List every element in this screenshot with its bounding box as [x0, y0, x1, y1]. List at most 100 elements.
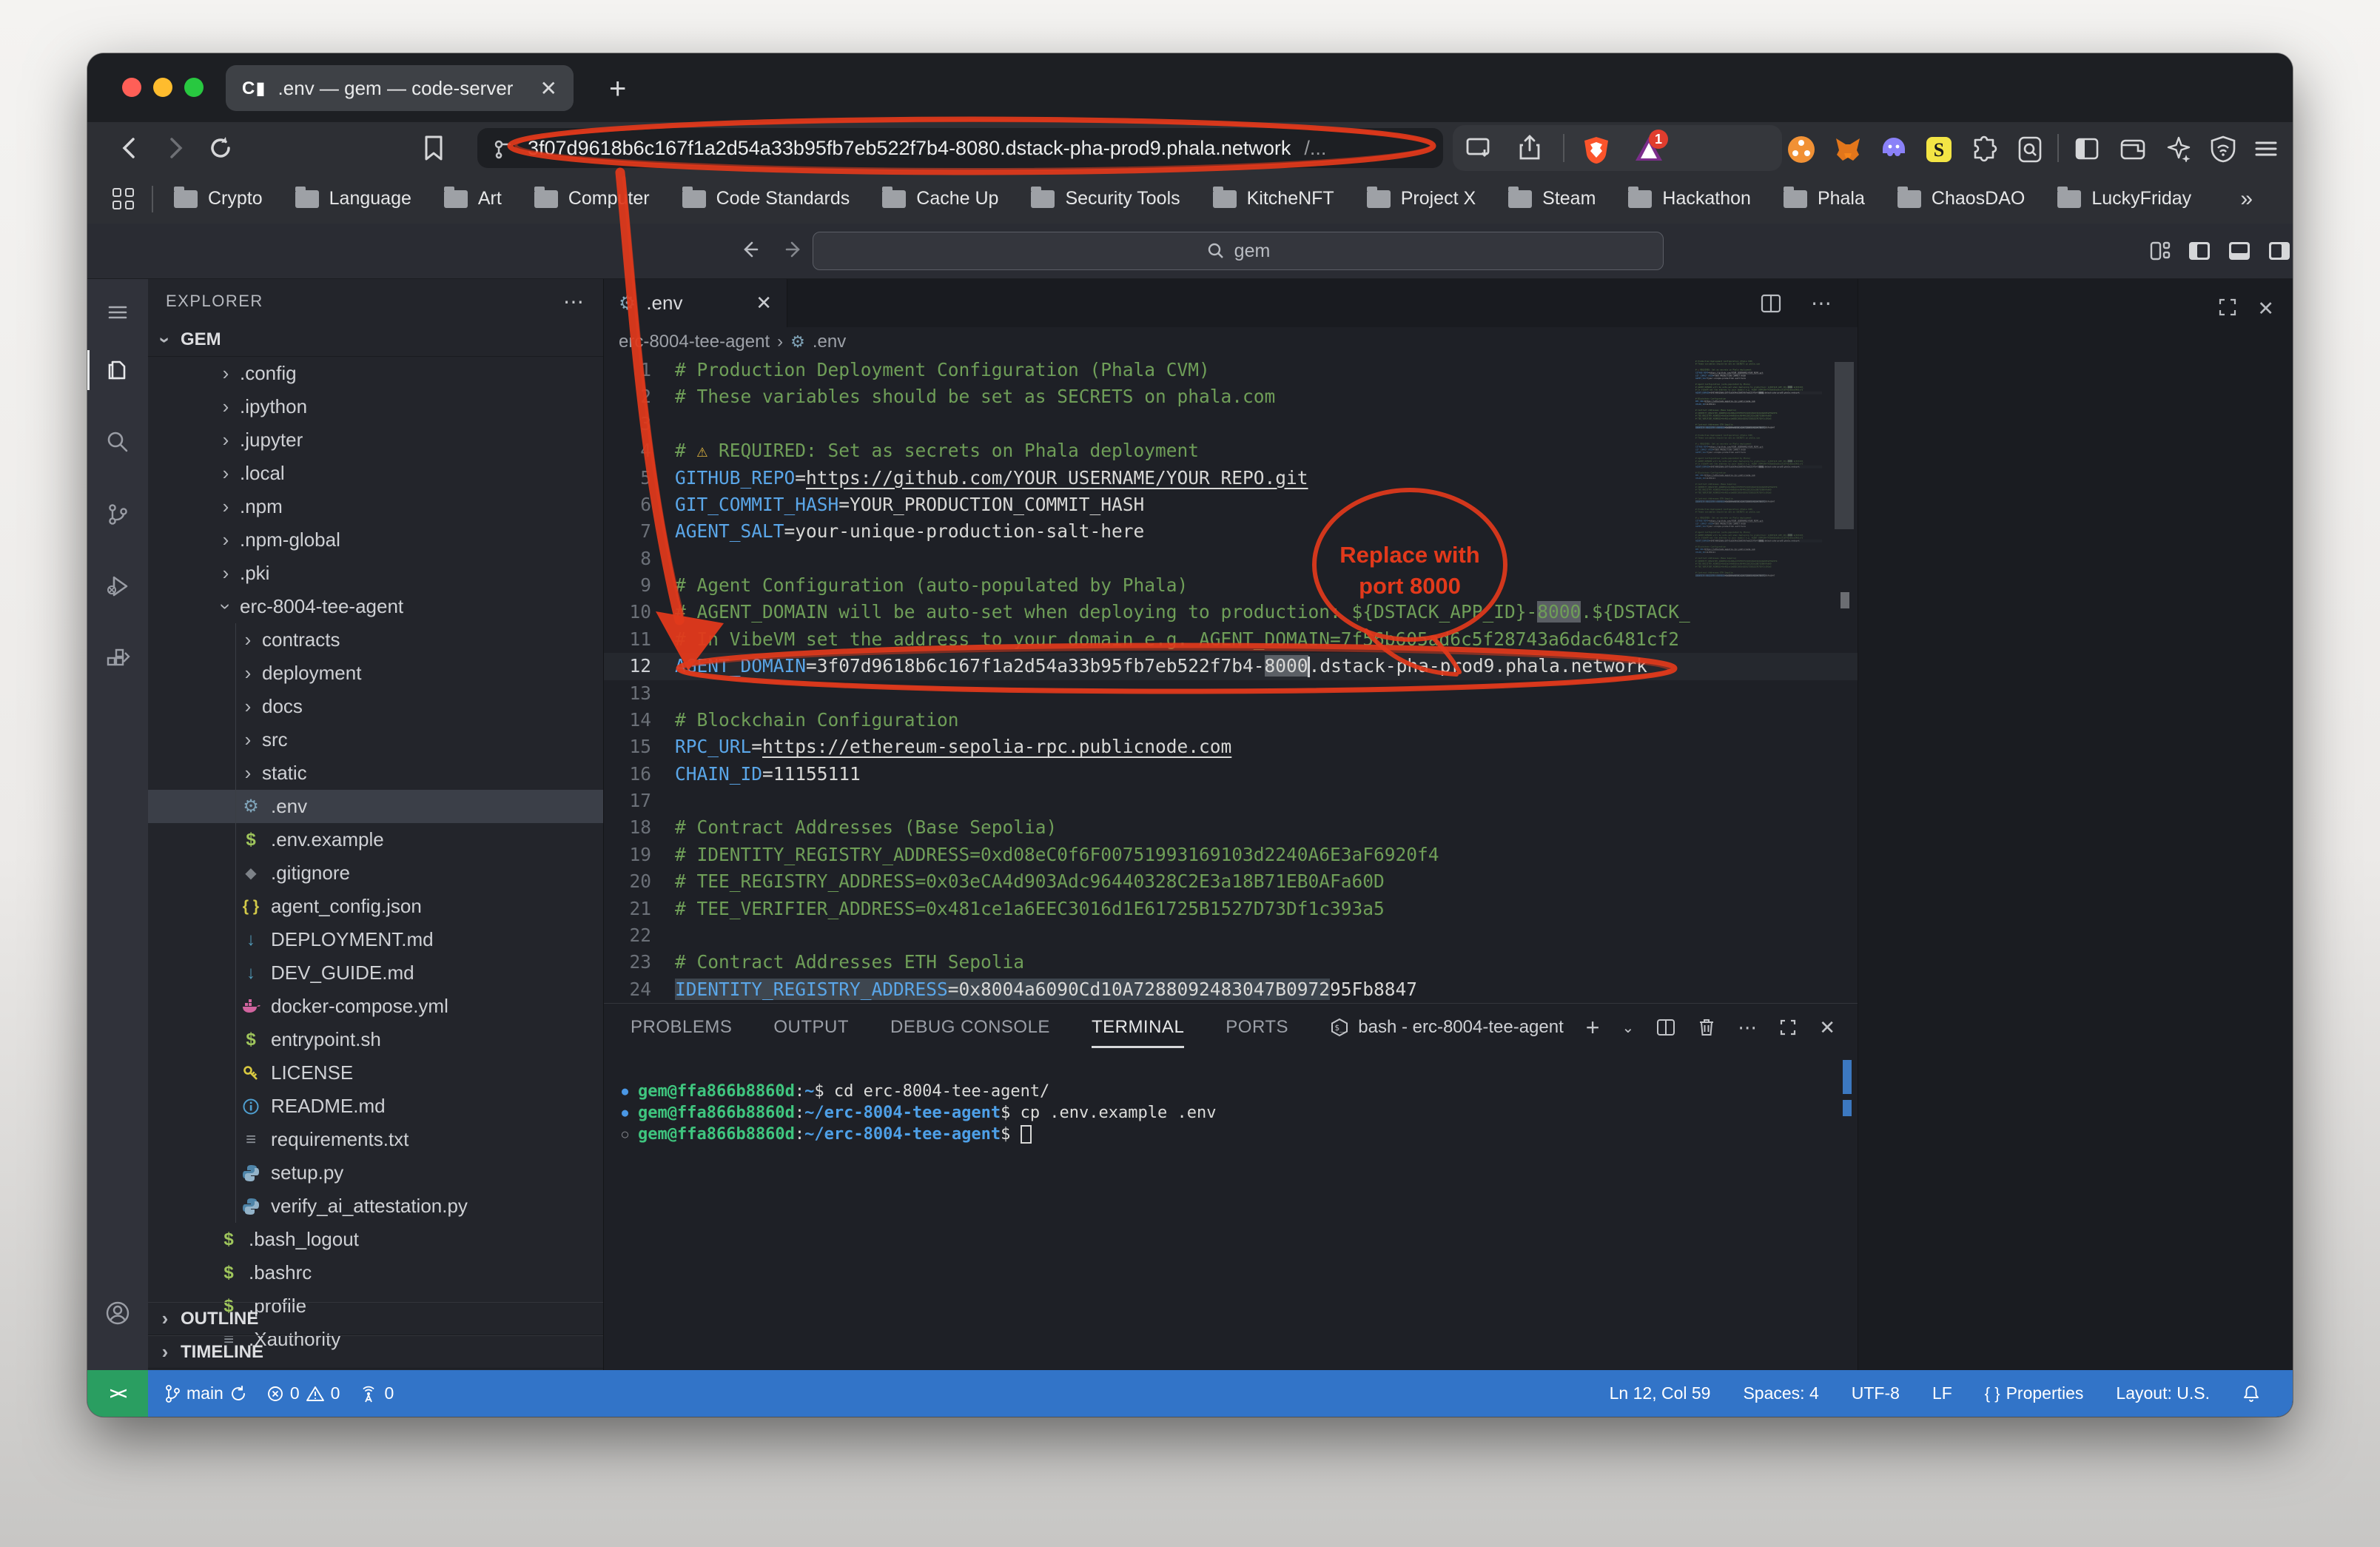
timeline-section[interactable]: › TIMELINE — [148, 1335, 603, 1369]
split-editor-icon[interactable] — [1761, 293, 1781, 314]
file-row-.gitignore[interactable]: ◆.gitignore — [148, 856, 603, 890]
code-line-24[interactable]: 24IDENTITY_REGISTRY_ADDRESS=0x8004a6090C… — [604, 976, 1858, 1003]
bookmark-folder[interactable]: ChaosDAO — [1897, 188, 2025, 209]
panel-tab-terminal[interactable]: TERMINAL — [1092, 1017, 1184, 1038]
editor-tab-close-icon[interactable]: ✕ — [756, 292, 772, 315]
customize-layout-icon[interactable] — [2149, 240, 2171, 262]
file-row-.config[interactable]: ›.config — [148, 357, 603, 390]
file-row-verify_ai_attestation.py[interactable]: verify_ai_attestation.py — [148, 1189, 603, 1223]
explorer-more-icon[interactable]: ⋯ — [563, 289, 585, 314]
problems-indicator[interactable]: 0 0 — [266, 1383, 340, 1403]
vpn-shield-icon[interactable] — [2210, 135, 2236, 162]
browser-menu-icon[interactable] — [2253, 135, 2279, 162]
code-line-19[interactable]: 19# IDENTITY_REGISTRY_ADDRESS=0xd08eC0f6… — [604, 842, 1858, 868]
code-line-7[interactable]: 7AGENT_SALT=your-unique-production-salt-… — [604, 518, 1858, 545]
terminal-instance-label[interactable]: $_ bash - erc-8004-tee-agent — [1330, 1017, 1564, 1038]
new-terminal-icon[interactable]: + — [1586, 1014, 1600, 1041]
editor-scrollbar[interactable] — [1835, 362, 1854, 529]
subwallet-icon[interactable]: S — [1925, 135, 1952, 162]
tab-close-icon[interactable]: ✕ — [540, 76, 557, 101]
code-line-16[interactable]: 16CHAIN_ID=11155111 — [604, 761, 1858, 788]
close-secondary-sidebar-icon[interactable]: ✕ — [2257, 298, 2274, 321]
eol-sequence[interactable]: LF — [1932, 1383, 1952, 1403]
code-line-1[interactable]: 1# Production Deployment Configuration (… — [604, 357, 1858, 383]
search-extension-icon[interactable] — [2017, 135, 2043, 162]
branch-indicator[interactable]: main — [164, 1383, 247, 1403]
file-row-src[interactable]: ›src — [148, 723, 603, 756]
file-row-.jupyter[interactable]: ›.jupyter — [148, 423, 603, 457]
file-row-static[interactable]: ›static — [148, 756, 603, 790]
new-tab-button[interactable]: + — [609, 73, 626, 106]
back-icon[interactable] — [117, 135, 144, 161]
code-line-24[interactable]: IDENTITY_REGISTRY_ADDRESS=0x8004a6090Cd1… — [1695, 426, 1822, 429]
browser-tab[interactable]: C▮ .env — gem — code-server ✕ — [226, 65, 574, 111]
file-row-docker-compose.yml[interactable]: docker-compose.yml — [148, 990, 603, 1023]
bookmark-icon[interactable] — [422, 135, 446, 161]
bookmark-folder[interactable]: Crypto — [174, 188, 263, 209]
leo-ai-icon[interactable] — [2165, 135, 2192, 162]
fullscreen-icon[interactable] — [2218, 298, 2237, 317]
reload-icon[interactable] — [207, 135, 234, 161]
encoding[interactable]: UTF-8 — [1852, 1383, 1900, 1403]
panel-tab-output[interactable]: OUTPUT — [773, 1017, 849, 1038]
bookmark-folder[interactable]: Project X — [1367, 188, 1476, 209]
ports-indicator[interactable]: 0 — [359, 1383, 394, 1403]
toggle-primary-sidebar-icon[interactable] — [2188, 240, 2211, 262]
code-editor[interactable]: 1# Production Deployment Configuration (… — [604, 357, 1858, 1003]
toggle-panel-icon[interactable] — [2228, 240, 2251, 262]
file-row-README.md[interactable]: README.md — [148, 1090, 603, 1123]
file-row-setup.py[interactable]: setup.py — [148, 1156, 603, 1189]
code-line-3[interactable]: 3 — [604, 411, 1858, 437]
indentation[interactable]: Spaces: 4 — [1743, 1383, 1818, 1403]
file-row-.bashrc[interactable]: $.bashrc — [148, 1256, 603, 1289]
outline-section[interactable]: › OUTLINE — [148, 1302, 603, 1335]
macos-close-button[interactable] — [122, 78, 141, 97]
adguard-icon[interactable]: 1 — [1634, 135, 1661, 162]
history-forward-icon[interactable] — [781, 237, 807, 262]
file-row-LICENSE[interactable]: LICENSE — [148, 1056, 603, 1090]
file-row-agent_config.json[interactable]: { }agent_config.json — [148, 890, 603, 923]
code-line-12[interactable]: 12AGENT_DOMAIN=3f07d9618b6c167f1a2d54a33… — [604, 653, 1858, 679]
file-row-docs[interactable]: ›docs — [148, 690, 603, 723]
bookmark-folder[interactable]: KitcheNFT — [1213, 188, 1334, 209]
url-bar[interactable]: 3f07d9618b6c167f1a2d54a33b95fb7eb522f7b4… — [477, 128, 1443, 168]
file-row-.pki[interactable]: ›.pki — [148, 557, 603, 590]
bookmark-folder[interactable]: Language — [295, 188, 411, 209]
file-row-.npm-global[interactable]: ›.npm-global — [148, 523, 603, 557]
brave-wallet-icon[interactable] — [2120, 135, 2146, 162]
extensions-view-icon[interactable] — [87, 633, 148, 685]
file-row-erc-8004-tee-agent[interactable]: ›erc-8004-tee-agent — [148, 590, 603, 623]
extensions-puzzle-icon[interactable] — [1971, 135, 1997, 162]
panel-tab-problems[interactable]: PROBLEMS — [631, 1017, 732, 1038]
code-line-8[interactable]: 8 — [604, 546, 1858, 572]
keyboard-layout[interactable]: Layout: U.S. — [2116, 1383, 2210, 1403]
cursor-position[interactable]: Ln 12, Col 59 — [1610, 1383, 1711, 1403]
bookmark-folder[interactable]: Phala — [1784, 188, 1865, 209]
metamask-icon[interactable] — [1834, 135, 1860, 162]
bookmark-folder[interactable]: Security Tools — [1031, 188, 1180, 209]
code-line-9[interactable]: 9# Agent Configuration (auto-populated b… — [604, 572, 1858, 599]
file-row-DEPLOYMENT.md[interactable]: ↓DEPLOYMENT.md — [148, 923, 603, 956]
code-line-11[interactable]: 11# In VibeVM set the address to your do… — [604, 626, 1858, 653]
application-menu-icon[interactable] — [87, 286, 148, 338]
minimap[interactable]: # Production Deployment Configuration (P… — [1695, 360, 1836, 774]
brave-shields-icon[interactable] — [1582, 135, 1609, 162]
remote-indicator[interactable]: >< — [87, 1370, 148, 1417]
account-icon[interactable] — [87, 1287, 148, 1339]
terminal-scrollbar[interactable] — [1843, 1060, 1852, 1094]
search-view-icon[interactable] — [87, 416, 148, 468]
share-icon[interactable] — [1517, 135, 1542, 161]
file-row-.ipython[interactable]: ›.ipython — [148, 390, 603, 423]
bookmark-folder[interactable]: Computer — [534, 188, 650, 209]
file-row-.local[interactable]: ›.local — [148, 457, 603, 490]
code-line-6[interactable]: 6GIT_COMMIT_HASH=YOUR_PRODUCTION_COMMIT_… — [604, 491, 1858, 518]
phantom-icon[interactable] — [1880, 135, 1906, 162]
file-row-requirements.txt[interactable]: ≡requirements.txt — [148, 1123, 603, 1156]
code-line-5[interactable]: 5GITHUB_REPO=https://github.com/YOUR_USE… — [604, 465, 1858, 491]
code-line-20[interactable]: 20# TEE_REGISTRY_ADDRESS=0x03eCA4d903Adc… — [604, 868, 1858, 895]
close-panel-icon[interactable]: ✕ — [1819, 1016, 1835, 1039]
command-search-input[interactable]: gem — [813, 232, 1664, 270]
site-settings-icon[interactable] — [492, 137, 514, 159]
split-terminal-icon[interactable] — [1656, 1018, 1675, 1037]
run-debug-icon[interactable] — [87, 560, 148, 612]
